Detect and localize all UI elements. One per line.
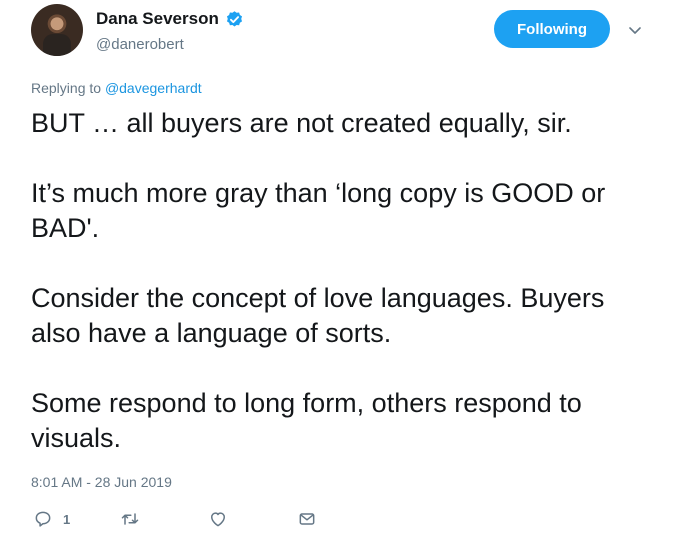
verified-badge-icon	[226, 10, 242, 27]
reply-count: 1	[63, 511, 71, 527]
message-icon	[299, 513, 315, 525]
tweet-paragraph: BUT … all buyers are not created equally…	[31, 108, 572, 138]
user-name-row[interactable]: Dana Severson	[96, 9, 244, 29]
reply-button[interactable]: 1	[33, 508, 70, 530]
reply-target-link[interactable]: @davegerhardt	[105, 80, 202, 96]
retweet-icon	[121, 513, 139, 525]
user-handle[interactable]: @danerobert	[96, 36, 184, 53]
tweet-timestamp[interactable]: 8:01 AM - 28 Jun 2019	[31, 474, 172, 490]
retweet-button[interactable]	[120, 508, 140, 530]
following-button[interactable]: Following	[494, 10, 610, 48]
replying-to: Replying to @davegerhardt	[31, 80, 202, 96]
tweet-paragraph: It’s much more gray than ‘long copy is G…	[31, 178, 606, 243]
tweet-paragraph: Some respond to long form, others respon…	[31, 388, 582, 453]
avatar[interactable]	[31, 4, 83, 56]
chevron-down-icon[interactable]	[627, 22, 643, 38]
like-icon	[211, 512, 225, 527]
reply-icon	[35, 511, 51, 527]
tweet-text: BUT … all buyers are not created equally…	[31, 106, 661, 456]
replying-to-label: Replying to	[31, 80, 102, 96]
message-button[interactable]	[297, 508, 317, 530]
display-name[interactable]: Dana Severson	[96, 9, 219, 29]
like-button[interactable]	[208, 508, 228, 530]
tweet-paragraph: Consider the concept of love languages. …	[31, 283, 605, 348]
